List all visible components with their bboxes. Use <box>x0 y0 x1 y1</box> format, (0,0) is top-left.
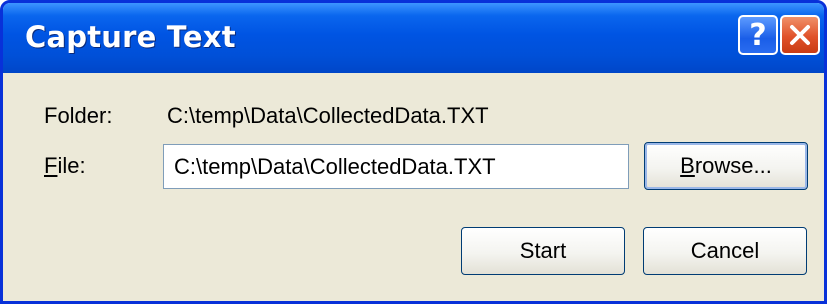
help-icon: ? <box>749 17 767 53</box>
cancel-button[interactable]: Cancel <box>643 227 807 275</box>
help-button[interactable]: ? <box>738 15 778 55</box>
file-label: File: <box>44 153 86 179</box>
folder-label: Folder: <box>44 103 113 128</box>
window-title: Capture Text <box>25 20 236 54</box>
close-button[interactable] <box>780 15 820 55</box>
file-path-input[interactable]: C:\temp\Data\CollectedData.TXT <box>163 144 629 189</box>
close-icon <box>790 25 810 45</box>
browse-button[interactable]: Browse... <box>644 142 808 190</box>
capture-text-dialog: Capture Text ? Folder: C:\temp\Data\Coll… <box>0 0 827 304</box>
file-label-mnemonic: F <box>44 153 58 178</box>
folder-value: C:\temp\Data\CollectedData.TXT <box>167 103 489 128</box>
browse-mnemonic: B <box>680 153 695 178</box>
file-label-rest: ile: <box>57 153 86 178</box>
start-button[interactable]: Start <box>461 227 625 275</box>
title-bar[interactable]: Capture Text ? <box>3 3 824 73</box>
browse-label-rest: rowse... <box>694 153 772 178</box>
